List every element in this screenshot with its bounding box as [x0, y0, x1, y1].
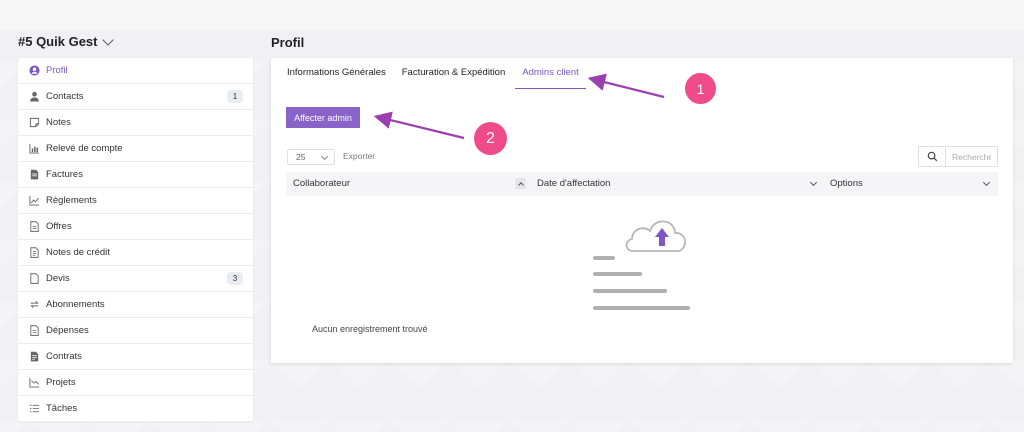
sidebar-item-devis[interactable]: Devis 3 [18, 266, 253, 292]
search-input[interactable] [946, 146, 998, 167]
count-badge: 3 [227, 272, 243, 285]
sidebar-item-label: Projets [46, 377, 76, 388]
sidebar-item-label: Relevé de compte [46, 143, 123, 154]
contract-icon [27, 350, 41, 364]
sidebar-item-label: Factures [46, 169, 83, 180]
document-icon [27, 168, 41, 182]
sidebar-item-label: Devis [46, 273, 70, 284]
column-header-collaborateur[interactable]: Collaborateur [293, 178, 350, 189]
annotation-badge-1: 1 [685, 73, 716, 104]
sidebar-item-label: Abonnements [46, 299, 105, 310]
page-title: Profil [271, 35, 305, 50]
search-icon [927, 151, 937, 162]
tab-informations-generales[interactable]: Informations Générales [287, 64, 386, 89]
note-icon [27, 116, 41, 130]
sidebar-item-contacts[interactable]: Contacts 1 [18, 84, 253, 110]
sidebar-item-abonnements[interactable]: Abonnements [18, 292, 253, 318]
annotation-badge-2: 2 [474, 122, 507, 155]
column-header-options[interactable]: Options [830, 178, 863, 189]
empty-state-message: Aucun enregistrement trouvé [312, 324, 428, 334]
sidebar-item-label: Contacts [46, 91, 84, 102]
content-card: Informations Générales Facturation & Exp… [271, 58, 1013, 363]
sidebar-item-offres[interactable]: Offres [18, 214, 253, 240]
sidebar-item-releve[interactable]: Relevé de compte [18, 136, 253, 162]
sidebar-item-label: Contrats [46, 351, 82, 362]
empty-state-illustration [593, 220, 690, 310]
assign-admin-button[interactable]: Affecter admin [286, 107, 360, 128]
person-icon [27, 90, 41, 104]
user-circle-icon [27, 64, 41, 78]
sidebar-item-notes[interactable]: Notes [18, 110, 253, 136]
tab-admins-client[interactable]: Admins client [515, 64, 586, 89]
sidebar-item-label: Règlements [46, 195, 97, 206]
line-chart-icon [27, 194, 41, 208]
sidebar-item-notes-credit[interactable]: Notes de crédit [18, 240, 253, 266]
task-list-icon [27, 402, 41, 416]
sort-asc-icon[interactable] [515, 178, 526, 189]
sidebar-item-profil[interactable]: Profil [18, 58, 253, 84]
table-header: Collaborateur Date d'affectation Options [286, 172, 998, 196]
tab-facturation-expedition[interactable]: Facturation & Expédition [402, 64, 506, 89]
bar-chart-icon [27, 142, 41, 156]
sidebar-item-taches[interactable]: Tâches [18, 396, 253, 422]
sidebar-item-label: Offres [46, 221, 72, 232]
chevron-down-icon [102, 33, 115, 46]
search-button[interactable] [918, 146, 946, 167]
chevron-down-icon [320, 152, 329, 161]
receipt-icon [27, 324, 41, 338]
sidebar-item-depenses[interactable]: Dépenses [18, 318, 253, 344]
chevron-down-icon[interactable] [982, 178, 991, 187]
export-button[interactable]: Exporter [343, 151, 375, 161]
sidebar: Profil Contacts 1 Notes Relevé de compte… [17, 57, 254, 423]
chevron-down-icon[interactable] [809, 178, 818, 187]
sidebar-item-label: Dépenses [46, 325, 89, 336]
sidebar-item-contrats[interactable]: Contrats [18, 344, 253, 370]
sidebar-item-factures[interactable]: Factures [18, 162, 253, 188]
sidebar-item-projets[interactable]: Projets [18, 370, 253, 396]
file-text-icon [27, 220, 41, 234]
column-header-date[interactable]: Date d'affectation [537, 178, 610, 189]
sidebar-item-reglements[interactable]: Règlements [18, 188, 253, 214]
per-page-value: 25 [296, 152, 306, 162]
company-name: #5 Quik Gest [18, 34, 98, 49]
company-selector[interactable]: #5 Quik Gest [18, 33, 115, 49]
top-header-bar [0, 0, 1024, 30]
per-page-select[interactable]: 25 [287, 149, 335, 165]
refresh-icon [27, 298, 41, 312]
sidebar-item-label: Profil [46, 65, 68, 76]
tab-bar: Informations Générales Facturation & Exp… [287, 64, 602, 89]
file-icon [27, 272, 41, 286]
count-badge: 1 [227, 90, 243, 103]
sidebar-item-label: Notes [46, 117, 71, 128]
sidebar-item-label: Notes de crédit [46, 247, 110, 258]
sidebar-item-label: Tâches [46, 403, 78, 414]
file-lines-icon [27, 246, 41, 260]
project-chart-icon [27, 376, 41, 390]
